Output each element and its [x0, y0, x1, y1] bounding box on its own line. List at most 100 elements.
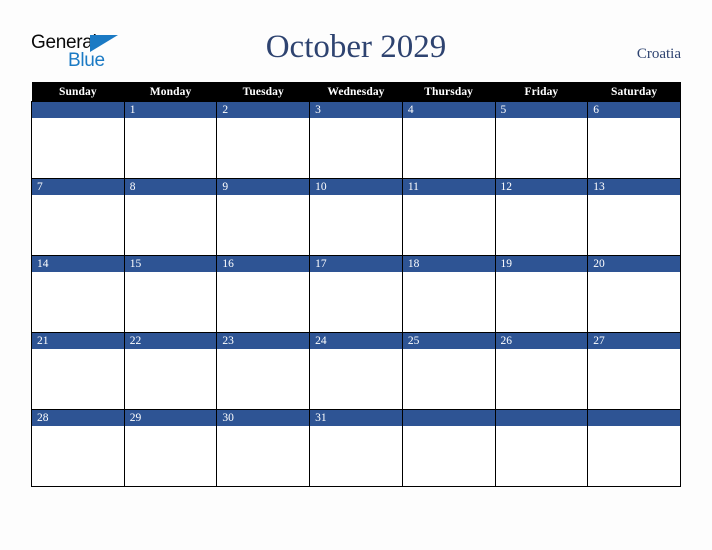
day-events-area[interactable] — [310, 272, 402, 332]
day-cell[interactable]: 25 — [401, 332, 496, 410]
day-number: 12 — [495, 179, 588, 195]
day-events-area[interactable] — [495, 426, 588, 486]
day-events-area[interactable] — [402, 426, 495, 486]
day-cell[interactable]: 26 — [494, 332, 589, 410]
day-cell[interactable]: 2 — [216, 101, 311, 179]
day-number: 16 — [217, 256, 310, 272]
day-number: 8 — [124, 179, 217, 195]
day-cell[interactable]: 19 — [494, 255, 589, 333]
day-events-area[interactable] — [32, 118, 124, 178]
day-events-area[interactable] — [124, 272, 217, 332]
day-events-area[interactable] — [402, 272, 495, 332]
day-cell[interactable]: 27 — [587, 332, 681, 410]
day-number — [495, 410, 588, 426]
day-cell[interactable]: 30 — [216, 409, 311, 487]
day-number: 5 — [495, 102, 588, 118]
day-events-area[interactable] — [495, 118, 588, 178]
day-events-area[interactable] — [124, 118, 217, 178]
day-events-area[interactable] — [217, 118, 310, 178]
day-events-area[interactable] — [495, 195, 588, 255]
day-cell[interactable]: 11 — [401, 178, 496, 256]
day-cell[interactable]: 1 — [123, 101, 218, 179]
week-row: 14 15 16 17 18 19 20 — [31, 255, 681, 333]
weekday-header-thursday: Thursday — [402, 82, 496, 102]
day-cell[interactable]: 22 — [123, 332, 218, 410]
day-events-area[interactable] — [124, 195, 217, 255]
day-cell[interactable] — [31, 101, 125, 179]
day-number: 29 — [124, 410, 217, 426]
day-cell[interactable]: 18 — [401, 255, 496, 333]
day-number: 15 — [124, 256, 217, 272]
day-cell[interactable]: 8 — [123, 178, 218, 256]
day-cell[interactable]: 31 — [309, 409, 403, 487]
day-events-area[interactable] — [217, 349, 310, 409]
day-events-area[interactable] — [588, 195, 680, 255]
day-cell[interactable]: 16 — [216, 255, 311, 333]
general-blue-logo[interactable]: General Blue — [31, 33, 161, 75]
day-number: 23 — [217, 333, 310, 349]
day-number: 27 — [588, 333, 680, 349]
day-events-area[interactable] — [402, 118, 495, 178]
day-events-area[interactable] — [310, 349, 402, 409]
day-cell[interactable]: 15 — [123, 255, 218, 333]
day-events-area[interactable] — [310, 426, 402, 486]
day-number: 18 — [402, 256, 495, 272]
page-title: October 2029 — [265, 29, 447, 65]
day-number: 7 — [32, 179, 124, 195]
day-number: 3 — [310, 102, 402, 118]
day-events-area[interactable] — [217, 272, 310, 332]
day-events-area[interactable] — [124, 349, 217, 409]
day-events-area[interactable] — [495, 272, 588, 332]
day-events-area[interactable] — [588, 272, 680, 332]
day-events-area[interactable] — [402, 349, 495, 409]
day-events-area[interactable] — [495, 349, 588, 409]
country-label: Croatia — [636, 46, 681, 62]
day-number: 20 — [588, 256, 680, 272]
day-events-area[interactable] — [310, 118, 402, 178]
day-events-area[interactable] — [217, 195, 310, 255]
day-events-area[interactable] — [32, 426, 124, 486]
day-events-area[interactable] — [588, 118, 680, 178]
day-cell[interactable]: 5 — [494, 101, 589, 179]
day-cell[interactable]: 3 — [309, 101, 403, 179]
weekday-header-wednesday: Wednesday — [309, 82, 403, 102]
day-cell[interactable]: 14 — [31, 255, 125, 333]
day-cell[interactable]: 17 — [309, 255, 403, 333]
day-events-area[interactable] — [32, 272, 124, 332]
day-events-area[interactable] — [32, 195, 124, 255]
day-cell[interactable]: 23 — [216, 332, 311, 410]
day-cell[interactable]: 13 — [587, 178, 681, 256]
day-cell[interactable]: 7 — [31, 178, 125, 256]
day-cell[interactable]: 6 — [587, 101, 681, 179]
day-events-area[interactable] — [32, 349, 124, 409]
day-number — [402, 410, 495, 426]
day-cell[interactable]: 9 — [216, 178, 311, 256]
week-row: 28 29 30 31 — [31, 409, 681, 487]
day-cell[interactable] — [401, 409, 496, 487]
day-number: 1 — [124, 102, 217, 118]
day-events-area[interactable] — [217, 426, 310, 486]
day-cell[interactable]: 20 — [587, 255, 681, 333]
day-events-area[interactable] — [124, 426, 217, 486]
week-row: 1 2 3 4 5 6 — [31, 101, 681, 179]
day-cell[interactable]: 29 — [123, 409, 218, 487]
day-cell[interactable]: 21 — [31, 332, 125, 410]
logo-text-blue: Blue — [68, 50, 105, 71]
day-cell[interactable] — [587, 409, 681, 487]
week-row: 21 22 23 24 25 26 27 — [31, 332, 681, 410]
day-cell[interactable]: 28 — [31, 409, 125, 487]
day-events-area[interactable] — [588, 349, 680, 409]
day-number: 14 — [32, 256, 124, 272]
weekday-header-saturday: Saturday — [587, 82, 681, 102]
weekday-header-row: Sunday Monday Tuesday Wednesday Thursday… — [31, 82, 681, 102]
day-cell[interactable]: 10 — [309, 178, 403, 256]
day-cell[interactable]: 24 — [309, 332, 403, 410]
day-cell[interactable] — [494, 409, 589, 487]
day-events-area[interactable] — [402, 195, 495, 255]
day-cell[interactable]: 12 — [494, 178, 589, 256]
weekday-header-monday: Monday — [124, 82, 217, 102]
day-cell[interactable]: 4 — [401, 101, 496, 179]
day-number: 21 — [32, 333, 124, 349]
day-events-area[interactable] — [588, 426, 680, 486]
day-events-area[interactable] — [310, 195, 402, 255]
